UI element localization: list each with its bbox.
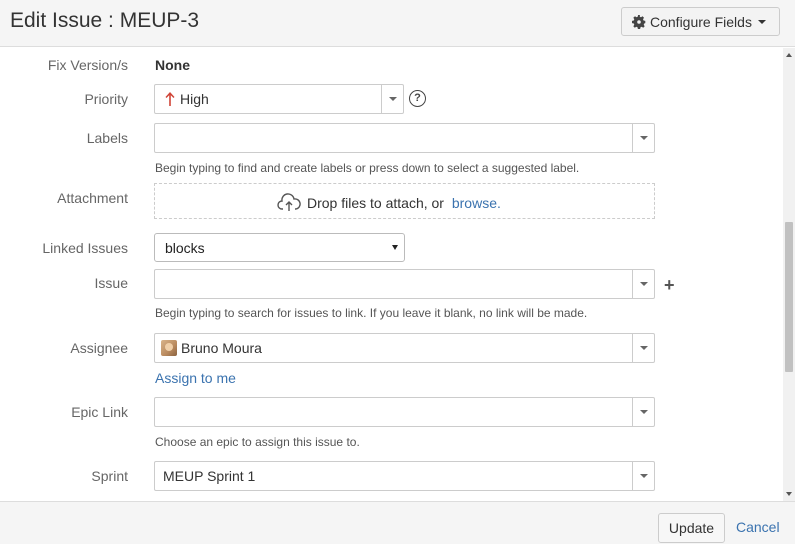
avatar — [161, 340, 177, 356]
linked-issues-label: Linked Issues — [42, 240, 128, 256]
fix-version-value: None — [155, 57, 190, 73]
assign-to-me-link[interactable]: Assign to me — [155, 370, 236, 386]
issue-label: Issue — [94, 275, 128, 291]
caret-down-icon — [392, 245, 398, 250]
update-button[interactable]: Update — [658, 513, 725, 543]
add-icon[interactable]: + — [664, 276, 675, 294]
sprint-value: MEUP Sprint 1 — [163, 468, 256, 484]
labels-dropdown-toggle[interactable] — [632, 124, 654, 152]
epic-link-label: Epic Link — [71, 404, 128, 420]
epic-link-input[interactable] — [154, 397, 655, 427]
sprint-dropdown-toggle[interactable] — [632, 462, 654, 490]
priority-label: Priority — [84, 91, 128, 107]
cancel-link[interactable]: Cancel — [736, 519, 780, 535]
linked-issues-select[interactable]: blocks — [154, 233, 405, 262]
configure-fields-button[interactable]: Configure Fields — [621, 7, 780, 36]
issue-dropdown-toggle[interactable] — [632, 270, 654, 298]
browse-link[interactable]: browse. — [452, 195, 501, 211]
dialog-footer: Update Cancel — [0, 501, 795, 544]
dialog-title: Edit Issue : MEUP-3 — [10, 9, 200, 32]
attachment-dropzone[interactable]: Drop files to attach, or browse. — [154, 183, 655, 219]
scrollbar-thumb[interactable] — [785, 222, 793, 372]
scroll-up-icon[interactable] — [786, 53, 792, 57]
issue-input[interactable] — [154, 269, 655, 299]
attachment-drop-text: Drop files to attach, or — [307, 195, 448, 211]
attachment-label: Attachment — [57, 190, 128, 206]
form-content: Fix Version/s None Priority High ? Label… — [0, 48, 783, 501]
configure-fields-label: Configure Fields — [650, 13, 752, 30]
dialog-header: Edit Issue : MEUP-3 Configure Fields — [0, 0, 795, 47]
arrow-up-icon — [165, 92, 175, 106]
assignee-dropdown-toggle[interactable] — [632, 334, 654, 362]
sprint-select[interactable]: MEUP Sprint 1 — [154, 461, 655, 491]
issue-hint: Begin typing to search for issues to lin… — [155, 306, 588, 320]
fix-version-label: Fix Version/s — [47, 57, 128, 73]
priority-select[interactable]: High — [154, 84, 404, 114]
assignee-value: Bruno Moura — [181, 340, 262, 356]
assignee-select[interactable]: Bruno Moura — [154, 333, 655, 363]
priority-dropdown-toggle[interactable] — [381, 85, 403, 113]
vertical-scrollbar[interactable] — [783, 48, 795, 501]
priority-value: High — [180, 91, 209, 107]
epic-link-hint: Choose an epic to assign this issue to. — [155, 435, 360, 449]
labels-input[interactable] — [154, 123, 655, 153]
sprint-label: Sprint — [91, 468, 128, 484]
scroll-down-icon[interactable] — [786, 492, 792, 496]
linked-issues-value: blocks — [165, 240, 205, 256]
cloud-upload-icon — [277, 193, 301, 211]
labels-hint: Begin typing to find and create labels o… — [155, 161, 580, 175]
assignee-label: Assignee — [70, 340, 128, 356]
chevron-down-icon — [757, 19, 766, 24]
labels-label: Labels — [86, 130, 128, 146]
gear-icon — [632, 14, 646, 29]
epic-link-dropdown-toggle[interactable] — [632, 398, 654, 426]
help-icon[interactable]: ? — [409, 90, 426, 107]
